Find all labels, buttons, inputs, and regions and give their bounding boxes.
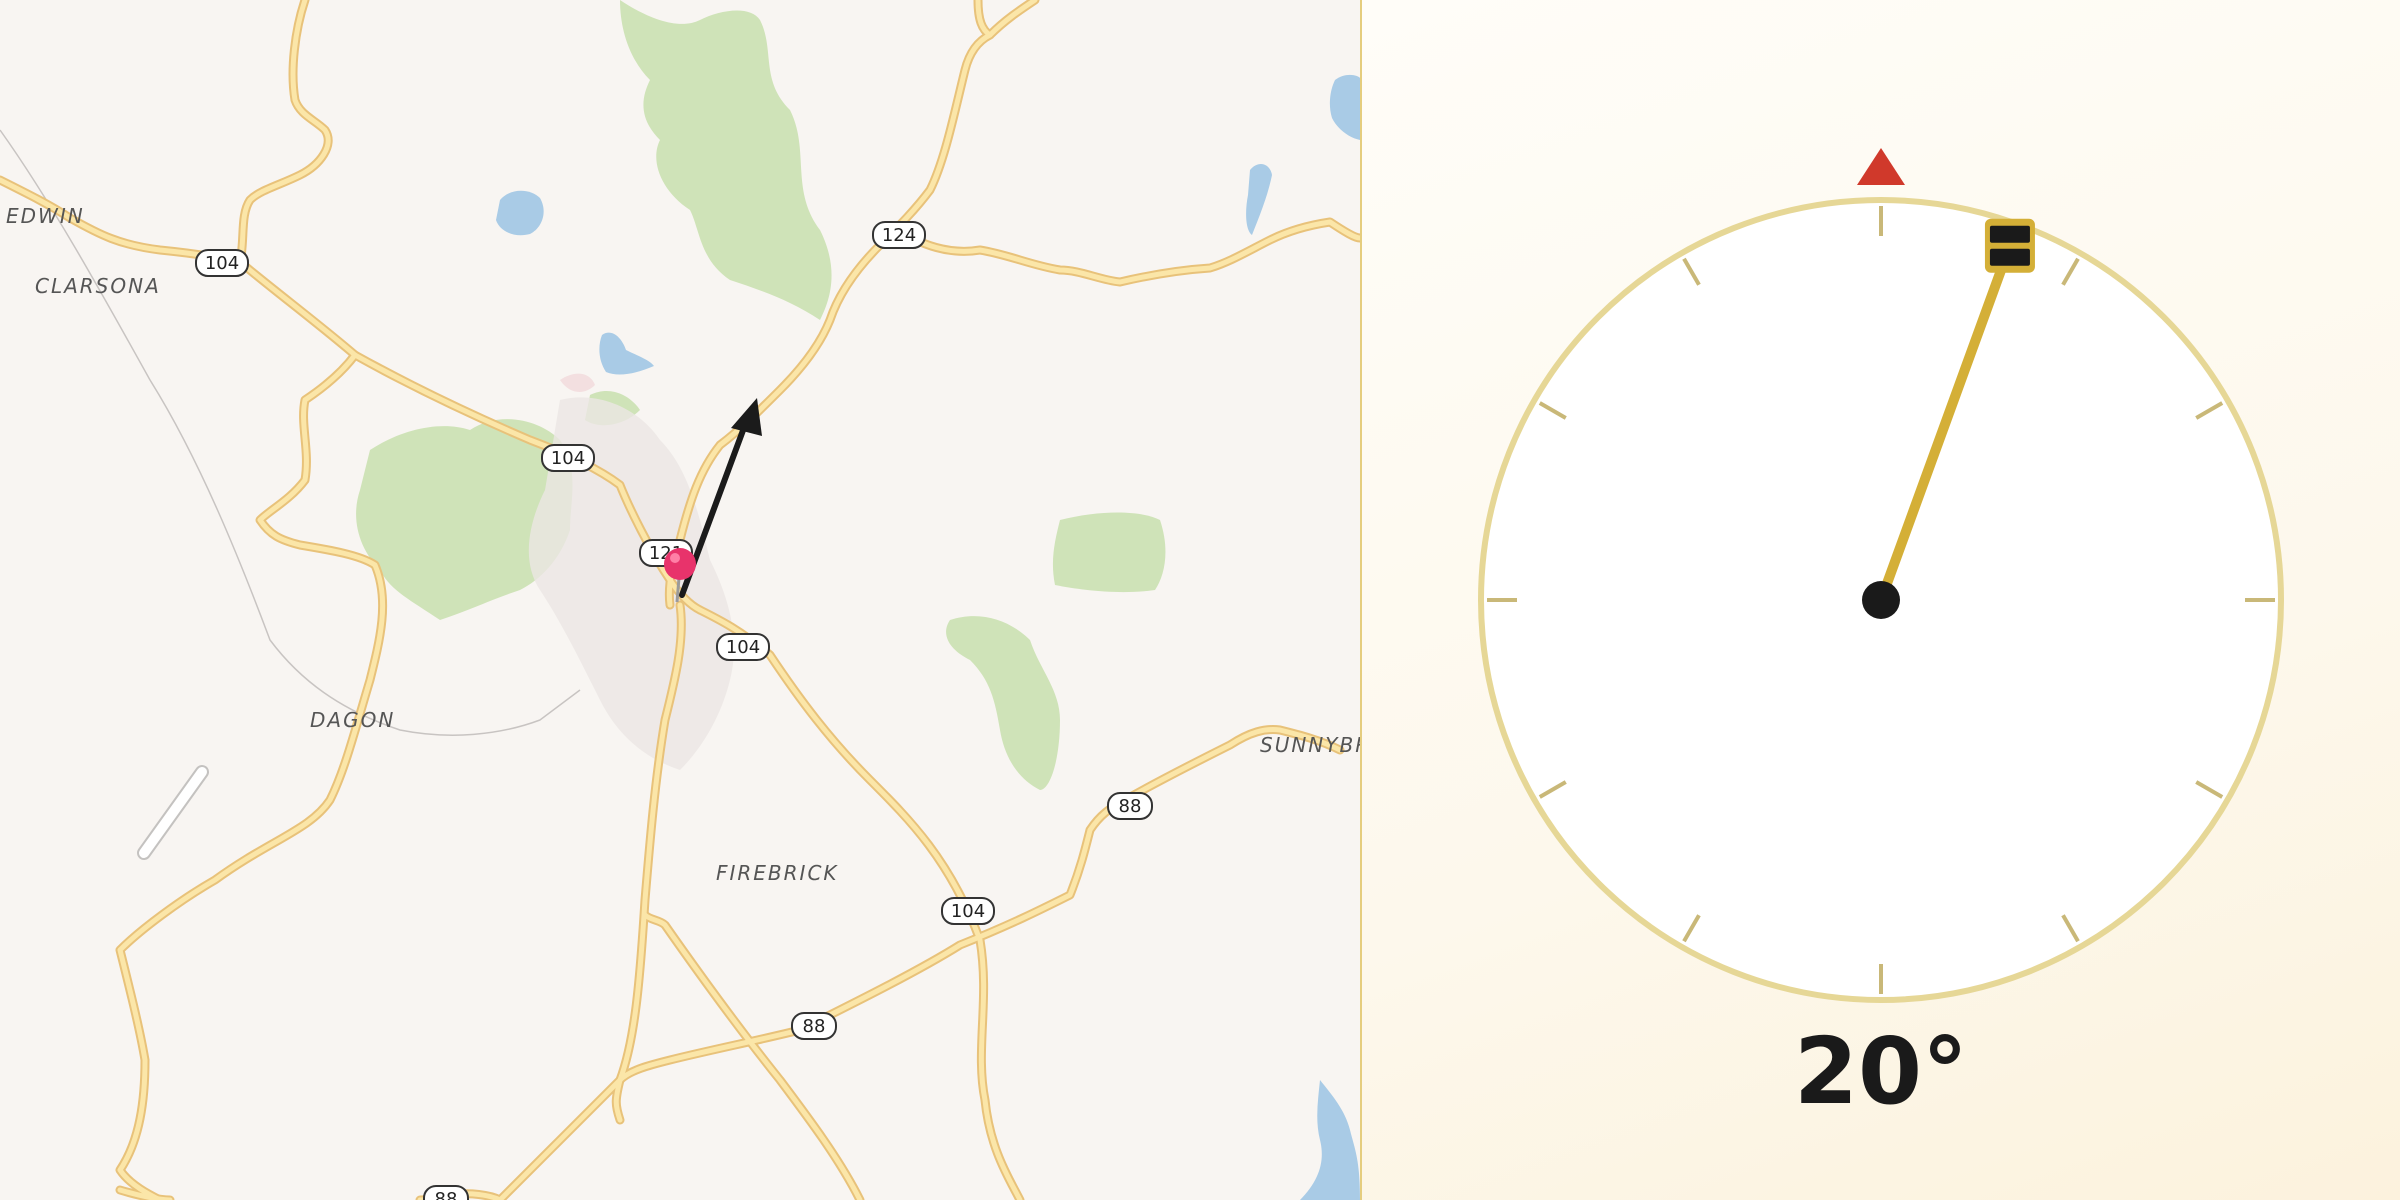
park-areas	[356, 0, 1166, 790]
svg-text:104: 104	[726, 637, 760, 658]
road-casing	[235, 0, 333, 267]
road-segment	[417, 1077, 623, 1200]
svg-text:88: 88	[1119, 796, 1142, 817]
route-shield-124-north: 124	[872, 221, 926, 249]
urban-areas	[528, 373, 734, 770]
heading-readout: 20°	[1793, 1018, 1969, 1125]
place-label-sunnybrook: SUNNYBRO	[1260, 733, 1360, 757]
route-shield-104-east: 104	[716, 633, 770, 661]
svg-text:104: 104	[205, 253, 239, 274]
svg-text:124: 124	[882, 225, 916, 246]
route-shield-88-bottom: 88	[423, 1185, 469, 1200]
route-shield-104-west: 104	[195, 249, 249, 277]
svg-text:88: 88	[803, 1016, 826, 1037]
road-casing	[115, 350, 388, 1200]
road-segment	[975, 0, 1038, 38]
svg-text:104: 104	[951, 901, 985, 922]
map-view[interactable]: 104 104 121 104 124 88 104 88 88 EDWIN C…	[0, 0, 1360, 1200]
place-label-dagon: DAGON	[310, 708, 395, 732]
svg-text:88: 88	[435, 1189, 458, 1200]
svg-text:104: 104	[551, 448, 585, 469]
route-shield-104-south: 104	[941, 897, 995, 925]
map-scroll-handle[interactable]	[137, 765, 209, 860]
place-label-clarsona: CLARSONA	[35, 274, 161, 298]
compass-hub	[1862, 581, 1900, 619]
road-segment	[897, 219, 1360, 285]
route-shield-104-center: 104	[541, 444, 595, 472]
needle-handle-icon[interactable]	[1984, 218, 2035, 273]
north-triangle-icon	[1857, 148, 1905, 185]
map-canvas[interactable]: 104 104 121 104 124 88 104 88 88 EDWIN C…	[0, 0, 1360, 1200]
place-label-edwin: EDWIN	[6, 204, 85, 228]
route-shield-88-east: 88	[1107, 792, 1153, 820]
road-segment	[237, 0, 331, 265]
route-shield-88-south: 88	[791, 1012, 837, 1040]
place-label-firebrick: FIREBRICK	[716, 861, 839, 885]
compass-panel: 20°	[1362, 0, 2400, 1200]
